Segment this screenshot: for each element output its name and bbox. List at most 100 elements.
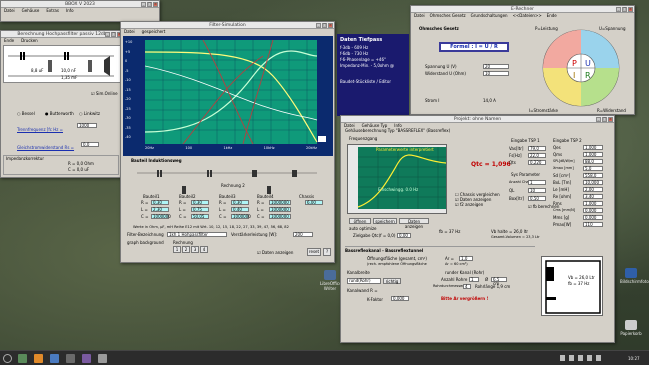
maximize-icon[interactable]: □ — [622, 7, 627, 12]
tsp2-input-7[interactable]: 3,40 — [583, 194, 603, 199]
f2-check[interactable]: ☑ f2 anzeigen — [455, 202, 483, 207]
titlebar[interactable]: Berechnung Hochpassfilter passiv 12db _ □… — [1, 31, 123, 38]
network-icon[interactable] — [569, 355, 574, 361]
help-button[interactable]: ? — [323, 248, 331, 256]
zielgabe-input[interactable]: 0,00 — [397, 233, 411, 238]
menu-ende[interactable]: Ende — [547, 13, 557, 18]
menu-datei[interactable]: Datei — [124, 29, 135, 34]
opt-butterworth[interactable]: ● Butterworth — [45, 111, 74, 116]
save-button[interactable]: speichern — [373, 218, 397, 224]
reset-button[interactable]: reset — [307, 248, 321, 256]
rechnung-btn-2[interactable]: 2 — [182, 246, 190, 253]
k-faktor-input[interactable]: 0,000 — [391, 296, 409, 301]
minimize-icon[interactable]: _ — [616, 7, 621, 12]
close-icon[interactable]: × — [328, 23, 333, 28]
daten-anzeigen-check[interactable]: ☑ Daten anzeigen — [257, 250, 293, 255]
ar-input[interactable]: 1,0 — [459, 256, 473, 261]
minimize-icon[interactable]: _ — [316, 23, 321, 28]
desktop-icon-3[interactable]: Papierkorb — [620, 320, 642, 336]
c1-input[interactable]: 1000000 — [151, 214, 171, 219]
tsp2-input-6[interactable]: 2,00 — [583, 187, 603, 192]
close-icon[interactable]: × — [153, 2, 158, 7]
r2-input[interactable]: 0,30 — [191, 200, 209, 205]
rechnung-btn-4[interactable]: 4 — [200, 246, 208, 253]
spannung-input[interactable]: 20 — [483, 64, 509, 69]
tsp1-input-0[interactable]: 79,0 — [528, 146, 546, 151]
chassis-input[interactable]: 6,00 — [305, 200, 323, 205]
titlebar[interactable]: BBOX V 2023 _ □ × — [1, 1, 159, 8]
tsp2-input-0[interactable]: 1,000 — [583, 145, 603, 150]
menu-dateien[interactable]: <<Dateien>> — [513, 13, 542, 18]
durchm-input[interactable]: 6,5 cm — [491, 277, 507, 286]
taskbar-app-icon-6[interactable] — [98, 354, 107, 363]
opt-bessel[interactable]: ○ Bessel — [17, 111, 35, 116]
tsp2-input-5[interactable]: 10,000 — [583, 180, 603, 185]
l3-input[interactable]: 0,40 — [231, 207, 249, 212]
menu-grund[interactable]: Grundschaltungen — [471, 13, 508, 18]
tsp2-input-4[interactable]: 558,0 — [583, 173, 603, 178]
tsp2-input-8[interactable]: 1,000 — [583, 201, 603, 206]
opt-linkwitz[interactable]: ○ Linkwitz — [79, 111, 100, 116]
tsp2-input-2[interactable]: 88,0 — [583, 159, 603, 164]
tsp2-input-11[interactable]: 110 — [583, 222, 603, 227]
l2-input[interactable]: 0,75 — [191, 207, 209, 212]
maximize-icon[interactable]: □ — [322, 23, 327, 28]
tsp2-input-3[interactable]: 5,0 — [583, 166, 603, 171]
l4-input[interactable]: 1000000 — [269, 207, 291, 212]
notifications-icon[interactable] — [596, 355, 601, 361]
bluetooth-icon[interactable] — [560, 355, 565, 361]
richtig-button[interactable]: richtig — [383, 278, 401, 284]
close-icon[interactable]: × — [608, 117, 613, 122]
anzahl-input[interactable]: 1 — [469, 277, 479, 282]
tsp1-input-2[interactable]: 0,220 — [528, 160, 546, 165]
kanal-option[interactable]: rund(Rohr) — [347, 278, 381, 284]
menu-item[interactable]: Info — [66, 8, 74, 13]
taskbar-app-icon-1[interactable] — [18, 354, 27, 363]
tsp1-input-1[interactable]: 22,0 — [528, 153, 546, 158]
menu-item[interactable]: Gehäuse — [22, 8, 40, 13]
menu-item[interactable]: Datei — [4, 8, 15, 13]
menu-ende[interactable]: Ende — [4, 38, 14, 43]
taskbar-app-icon-5[interactable] — [82, 354, 91, 363]
r4-input[interactable]: 1000000 — [269, 200, 291, 205]
taskbar-app-icon-4[interactable] — [66, 354, 75, 363]
tsp2-input-9[interactable]: 0,000 — [583, 208, 603, 213]
desktop-icon-1[interactable]: LibreOffice Writer — [320, 270, 342, 291]
c2-input[interactable]: 50,05 — [191, 214, 209, 219]
menu-item[interactable]: Extras — [46, 8, 59, 13]
maximize-icon[interactable]: □ — [111, 32, 116, 37]
close-icon[interactable]: × — [628, 7, 633, 12]
tsp2-input-10[interactable]: 0,000 — [583, 215, 603, 220]
r1-input[interactable]: 0,30 — [151, 200, 169, 205]
verst-input[interactable]: 200 — [293, 232, 313, 237]
sim-online-check[interactable]: ☑ Sim.Online — [91, 91, 118, 96]
c4-input[interactable]: 1000000 — [269, 214, 291, 219]
desktop-icon-2[interactable]: Bildschirmfoto — [620, 268, 649, 284]
rechnung-btn-1[interactable]: 1 — [173, 246, 181, 253]
sys-input-2[interactable]: 0,50 — [528, 196, 546, 201]
sys-input-1[interactable]: 10 — [528, 188, 546, 193]
taskbar-app-icon-2[interactable] — [34, 354, 43, 363]
filterbez-input[interactable]: 1kh 1 Hohpassfilter — [167, 232, 227, 237]
open-button[interactable]: öffnen — [349, 218, 371, 224]
c3-input[interactable]: 1000000 — [231, 214, 251, 219]
titlebar[interactable]: Filter-Simulation _ □ × — [121, 22, 334, 29]
start-menu-icon[interactable] — [3, 354, 12, 363]
rechnung-btn-3[interactable]: 3 — [191, 246, 199, 253]
minimize-icon[interactable]: _ — [596, 117, 601, 122]
volume-icon[interactable] — [578, 355, 583, 361]
tsp2-input-1[interactable]: 1,000 — [583, 152, 603, 157]
trennfreq-input[interactable]: 1000 — [77, 123, 97, 128]
taskbar-app-icon-3[interactable] — [50, 354, 59, 363]
widerstand-input[interactable]: 10 — [483, 71, 509, 76]
rohrdurchm-input[interactable]: 4 — [463, 284, 471, 289]
maximize-icon[interactable]: □ — [602, 117, 607, 122]
r3-input[interactable]: 0,30 — [231, 200, 249, 205]
sys-input-0[interactable]: 1 — [528, 180, 546, 185]
menu-gespeichert[interactable]: gespeichert — [142, 29, 166, 34]
battery-icon[interactable] — [587, 355, 592, 361]
titlebar[interactable]: Projekt: ohne Namen _ □ × — [341, 116, 614, 123]
menu-ohmsches[interactable]: Ohmsches Gesetz — [430, 13, 466, 18]
clock[interactable]: 10:27 — [628, 356, 640, 361]
daten-anzeigen-button[interactable]: Daten anzeigen — [399, 218, 429, 229]
